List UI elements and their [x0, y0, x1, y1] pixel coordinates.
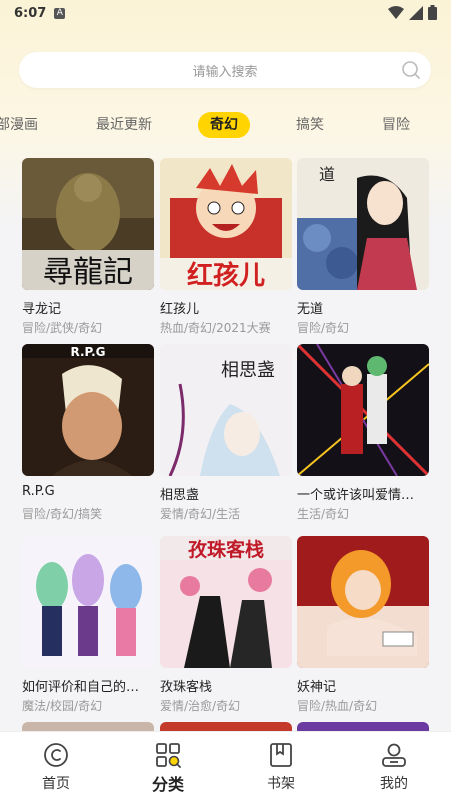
comic-title[interactable]: 无道 [297, 298, 429, 315]
comic-tags: 爱情/奇幻/生活 [160, 507, 241, 521]
nav-category[interactable]: 分类 [128, 742, 208, 795]
tab-comedy[interactable]: 搞笑 [296, 112, 324, 138]
comic-cover[interactable]: 相思盏 [160, 344, 292, 476]
comic-cover[interactable] [297, 344, 429, 476]
cover-title-text: 红孩儿 [187, 260, 265, 290]
comic-cover[interactable]: 红孩儿 [160, 158, 292, 290]
comic-title[interactable]: 寻龙记 [22, 298, 154, 315]
comic-card[interactable]: R.P.G R.P.G 冒险/奇幻/搞笑 [22, 344, 154, 522]
home-icon [44, 743, 68, 767]
status-icons [388, 5, 437, 20]
comic-tags: 热血/奇幻/2021大赛 [160, 321, 271, 335]
comic-title[interactable]: 妖神记 [297, 676, 429, 693]
tab-adventure[interactable]: 冒险 [382, 112, 410, 138]
comic-cover[interactable]: R.P.G [22, 344, 154, 476]
notification-icon: A [54, 7, 66, 19]
search-icon[interactable] [401, 60, 421, 80]
status-time: 6:07 [14, 5, 47, 21]
nav-bookshelf-label: 书架 [267, 776, 295, 792]
comic-card[interactable]: 妖神记 冒险/热血/奇幻 [297, 536, 429, 714]
comic-tags: 爱情/治愈/奇幻 [160, 699, 241, 713]
comic-title[interactable]: R.P.G [22, 484, 154, 501]
nav-profile[interactable]: 我的 [354, 742, 434, 793]
profile-icon [382, 743, 406, 767]
comic-title[interactable]: 如何评价和自己的… [22, 676, 154, 693]
wifi-icon [388, 5, 404, 19]
comic-tags: 冒险/热血/奇幻 [297, 699, 378, 713]
nav-category-label: 分类 [151, 775, 184, 794]
comic-tags: 魔法/校园/奇幻 [22, 699, 103, 713]
comic-cover[interactable]: 道 [297, 158, 429, 290]
cover-title-text: 相思盏 [221, 360, 275, 381]
search-bar[interactable]: 请输入搜索 [19, 52, 431, 88]
comic-title[interactable]: 一个或许该叫爱情… [297, 484, 429, 501]
comic-title[interactable]: 红孩儿 [160, 298, 292, 315]
comic-title[interactable]: 孜珠客栈 [160, 676, 292, 693]
comic-card[interactable]: 红孩儿 红孩儿 热血/奇幻/2021大赛 [160, 158, 292, 336]
bottom-navigation: 首页 分类 书架 我的 [0, 731, 451, 801]
comic-tags: 冒险/武侠/奇幻 [22, 321, 103, 335]
comic-tags: 生活/奇幻 [297, 507, 350, 521]
bookshelf-icon [270, 743, 292, 767]
comic-card[interactable]: 尋龍記 寻龙记 冒险/武侠/奇幻 [22, 158, 154, 336]
comic-card[interactable]: 孜珠客栈 孜珠客栈 爱情/治愈/奇幻 [160, 536, 292, 714]
signal-icon [409, 5, 423, 20]
comic-card[interactable]: 如何评价和自己的… 魔法/校园/奇幻 [22, 536, 154, 714]
comic-card[interactable]: 一个或许该叫爱情… 生活/奇幻 [297, 344, 429, 522]
category-icon [156, 743, 181, 768]
comic-cover[interactable] [22, 536, 154, 668]
nav-profile-label: 我的 [380, 776, 408, 792]
comic-cover[interactable] [297, 536, 429, 668]
comic-tags: 冒险/奇幻/搞笑 [22, 507, 103, 521]
tab-recent-updates[interactable]: 最近更新 [96, 112, 152, 138]
cover-title-text: 尋龍記 [43, 255, 133, 290]
tab-fantasy[interactable]: 奇幻 [198, 112, 250, 138]
search-input[interactable]: 请输入搜索 [192, 61, 257, 80]
cover-title-text: R.P.G [70, 345, 105, 359]
category-tabs: 部漫画 最近更新 奇幻 搞笑 冒险 [0, 110, 451, 140]
cover-title-text: 道 [319, 165, 335, 184]
status-bar: 6:07 A [0, 0, 451, 26]
nav-home[interactable]: 首页 [16, 742, 96, 793]
comic-cover[interactable]: 孜珠客栈 [160, 536, 292, 668]
comic-title[interactable]: 相思盏 [160, 484, 292, 501]
comic-card[interactable]: 道 无道 冒险/奇幻 [297, 158, 429, 336]
battery-icon [428, 5, 437, 20]
nav-home-label: 首页 [42, 776, 70, 792]
comic-card[interactable]: 相思盏 相思盏 爱情/奇幻/生活 [160, 344, 292, 522]
tab-all-comics[interactable]: 部漫画 [0, 112, 38, 138]
comic-cover[interactable]: 尋龍記 [22, 158, 154, 290]
cover-title-text: 孜珠客栈 [188, 538, 264, 561]
comic-tags: 冒险/奇幻 [297, 321, 350, 335]
nav-bookshelf[interactable]: 书架 [241, 742, 321, 793]
